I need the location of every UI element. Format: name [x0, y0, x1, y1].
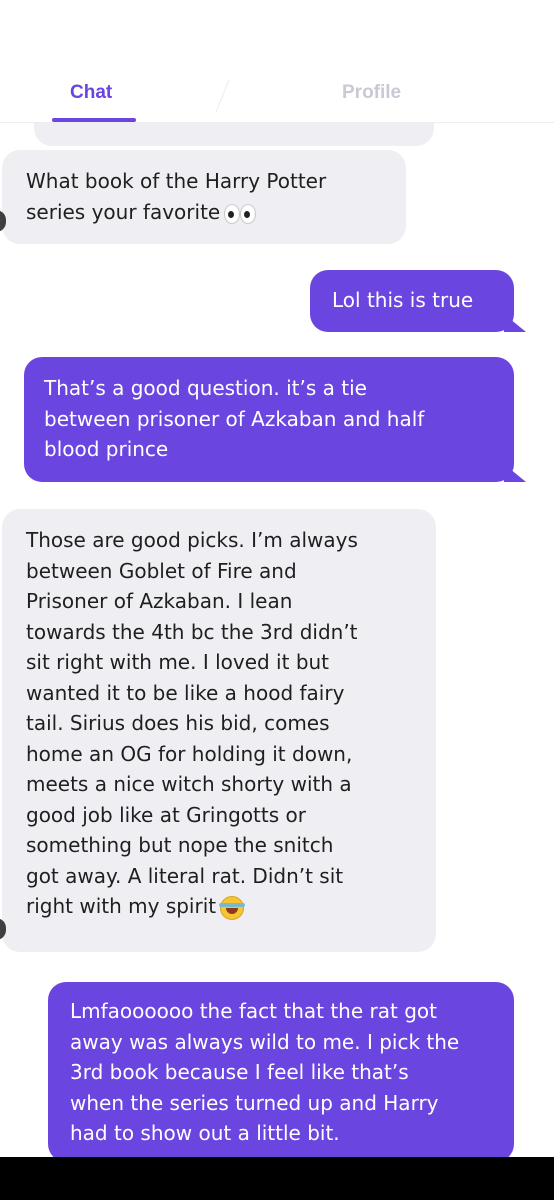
message-line: Prisoner of Azkaban. I lean	[26, 589, 293, 613]
tab-divider	[215, 79, 230, 113]
tab-profile[interactable]: Profile	[342, 82, 401, 104]
laughing-tears-icon	[219, 895, 246, 920]
message-line: Lol this is true	[332, 288, 474, 312]
tab-bar: Chat Profile	[0, 52, 554, 123]
active-tab-indicator	[52, 118, 136, 122]
eyes-icon	[224, 204, 257, 224]
message-line: something but nope the snitch	[26, 833, 334, 857]
message-line: right with my spirit	[26, 894, 217, 918]
message-line: meets a nice witch shorty with a	[26, 772, 352, 796]
message-line: towards the 4th bc the 3rd didn’t	[26, 619, 358, 644]
message-bubble-incoming[interactable]: What book of the Harry Potter series you…	[0, 150, 406, 244]
message-line: when the series turned up and Harry	[70, 1090, 439, 1115]
message-line: blood prince	[44, 437, 169, 461]
avatar-edge	[0, 918, 6, 940]
message-line: series your favorite	[26, 199, 221, 224]
message-bubble-outgoing[interactable]: Lmfaoooooo the fact that the rat got awa…	[48, 982, 514, 1162]
message-line: good job like at Gringotts or	[26, 802, 306, 827]
message-line: away was always wild to me. I pick the	[70, 1029, 460, 1054]
message-line-with-emoji: right with my spirit	[26, 891, 416, 922]
message-line: Lmfaoooooo the fact that the rat got	[70, 999, 437, 1023]
message-bubble-incoming[interactable]: Those are good picks. I’m always between…	[0, 509, 436, 952]
message-bubble-outgoing[interactable]: That’s a good question. it’s a tie betwe…	[24, 357, 526, 482]
bubble-tail	[504, 314, 526, 332]
message-bubble-outgoing[interactable]: Lol this is true	[310, 270, 526, 332]
message-line: Those are good picks. I’m always	[26, 528, 358, 552]
bubble-tail	[504, 464, 526, 482]
message-line: tail. Sirius does his bid, comes	[26, 711, 330, 735]
message-line: home an OG for holding it down,	[26, 741, 353, 766]
message-line: got away. A literal rat. Didn’t sit	[26, 863, 344, 888]
status-bar-area	[0, 0, 554, 52]
avatar-edge	[0, 210, 6, 232]
message-line: between prisoner of Azkaban and half	[44, 406, 425, 431]
message-line: between Goblet of Fire and	[26, 558, 297, 583]
message-line: 3rd book because I feel like that’s	[70, 1060, 409, 1084]
message-line: wanted it to be like a hood fairy	[26, 680, 345, 705]
bottom-black-bar	[0, 1157, 554, 1200]
message-line: had to show out a little bit.	[70, 1121, 340, 1145]
tab-chat[interactable]: Chat	[70, 82, 112, 104]
message-line: That’s a good question. it’s a tie	[44, 376, 367, 400]
message-line-with-emoji: series your favorite	[26, 197, 386, 228]
message-line: What book of the Harry Potter	[26, 169, 327, 193]
message-line: sit right with me. I loved it but	[26, 650, 330, 674]
